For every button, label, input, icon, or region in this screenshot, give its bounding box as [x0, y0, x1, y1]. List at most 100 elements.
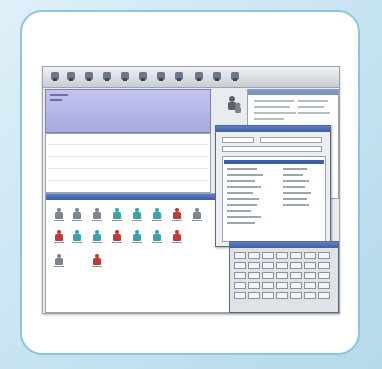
list-item[interactable]: [227, 168, 257, 170]
list-item[interactable]: [227, 222, 255, 224]
list-item[interactable]: [283, 198, 307, 200]
text-line: [298, 106, 324, 108]
calc-key[interactable]: [290, 252, 302, 259]
list-item[interactable]: [227, 186, 261, 188]
calc-key[interactable]: [318, 292, 330, 299]
list-item[interactable]: [283, 168, 307, 170]
text-line: [254, 106, 290, 108]
calc-key[interactable]: [262, 252, 274, 259]
calc-key[interactable]: [290, 262, 302, 269]
calc-key[interactable]: [248, 262, 260, 269]
user-icon[interactable]: [54, 230, 64, 243]
calc-key[interactable]: [290, 292, 302, 299]
list-item[interactable]: [283, 204, 309, 206]
text-line: [50, 94, 68, 96]
calc-key[interactable]: [276, 292, 288, 299]
tool-icon[interactable]: [155, 70, 167, 82]
calc-key[interactable]: [234, 262, 246, 269]
text-line: [254, 112, 296, 114]
tool-icon[interactable]: [119, 70, 131, 82]
calc-key[interactable]: [234, 292, 246, 299]
user-icon[interactable]: [92, 208, 102, 221]
tool-icon[interactable]: [137, 70, 149, 82]
calc-key[interactable]: [234, 272, 246, 279]
calc-key[interactable]: [248, 272, 260, 279]
calculator-window: [229, 241, 339, 313]
calc-key[interactable]: [304, 262, 316, 269]
list-item[interactable]: [227, 198, 259, 200]
user-icon[interactable]: [72, 208, 82, 221]
selected-row[interactable]: [224, 160, 324, 164]
list-item[interactable]: [283, 186, 305, 188]
text-line: [298, 100, 328, 102]
list-item[interactable]: [227, 216, 261, 218]
list-item[interactable]: [283, 192, 311, 194]
tool-icon[interactable]: [83, 70, 95, 82]
calc-key[interactable]: [318, 252, 330, 259]
calc-key[interactable]: [248, 292, 260, 299]
tool-icon[interactable]: [193, 70, 205, 82]
user-icon[interactable]: [132, 208, 142, 221]
user-icon[interactable]: [72, 230, 82, 243]
calc-key[interactable]: [276, 272, 288, 279]
tool-icon[interactable]: [229, 70, 241, 82]
calc-key[interactable]: [248, 252, 260, 259]
tool-icon[interactable]: [101, 70, 113, 82]
list-item[interactable]: [283, 174, 303, 176]
calc-key[interactable]: [276, 282, 288, 289]
calc-key[interactable]: [304, 272, 316, 279]
pane-header: [248, 90, 338, 95]
list-item[interactable]: [227, 180, 255, 182]
calc-titlebar: [230, 242, 338, 248]
user-icon[interactable]: [192, 208, 202, 221]
list-item[interactable]: [227, 174, 263, 176]
dialog-field[interactable]: [222, 146, 322, 152]
calc-key[interactable]: [318, 262, 330, 269]
list-item[interactable]: [227, 192, 253, 194]
calc-key[interactable]: [248, 282, 260, 289]
list-item[interactable]: [283, 180, 309, 182]
icon-pane: [45, 193, 233, 313]
calc-key[interactable]: [290, 272, 302, 279]
calc-key[interactable]: [318, 272, 330, 279]
main-toolbar: [43, 67, 339, 88]
tool-icon[interactable]: [211, 70, 223, 82]
grid-line: [48, 180, 208, 181]
calc-key[interactable]: [234, 252, 246, 259]
tool-icon[interactable]: [173, 70, 185, 82]
calc-key[interactable]: [234, 282, 246, 289]
calc-key[interactable]: [276, 252, 288, 259]
calc-key[interactable]: [276, 262, 288, 269]
dialog-field[interactable]: [222, 137, 254, 143]
dialog-field[interactable]: [260, 137, 322, 143]
pane-header: [46, 194, 232, 200]
calc-key[interactable]: [262, 292, 274, 299]
user-icon[interactable]: [152, 230, 162, 243]
user-icon[interactable]: [54, 208, 64, 221]
grid-line: [48, 144, 208, 145]
tool-icon[interactable]: [65, 70, 77, 82]
user-icon[interactable]: [92, 230, 102, 243]
user-icon[interactable]: [132, 230, 142, 243]
calc-key[interactable]: [318, 282, 330, 289]
user-icon[interactable]: [172, 230, 182, 243]
user-icon[interactable]: [54, 254, 64, 267]
user-icon[interactable]: [172, 208, 182, 221]
text-line: [254, 118, 284, 120]
user-icon[interactable]: [112, 230, 122, 243]
list-item[interactable]: [227, 210, 251, 212]
grid-line: [48, 168, 208, 169]
calc-key[interactable]: [262, 272, 274, 279]
calc-key[interactable]: [304, 252, 316, 259]
tool-icon[interactable]: [49, 70, 61, 82]
calc-key[interactable]: [304, 282, 316, 289]
user-icon[interactable]: [92, 254, 102, 267]
calc-key[interactable]: [262, 262, 274, 269]
calc-key[interactable]: [290, 282, 302, 289]
user-icon[interactable]: [152, 208, 162, 221]
calc-key[interactable]: [304, 292, 316, 299]
user-icon[interactable]: [112, 208, 122, 221]
app-screenshot: [42, 66, 340, 314]
calc-key[interactable]: [262, 282, 274, 289]
list-item[interactable]: [227, 204, 257, 206]
